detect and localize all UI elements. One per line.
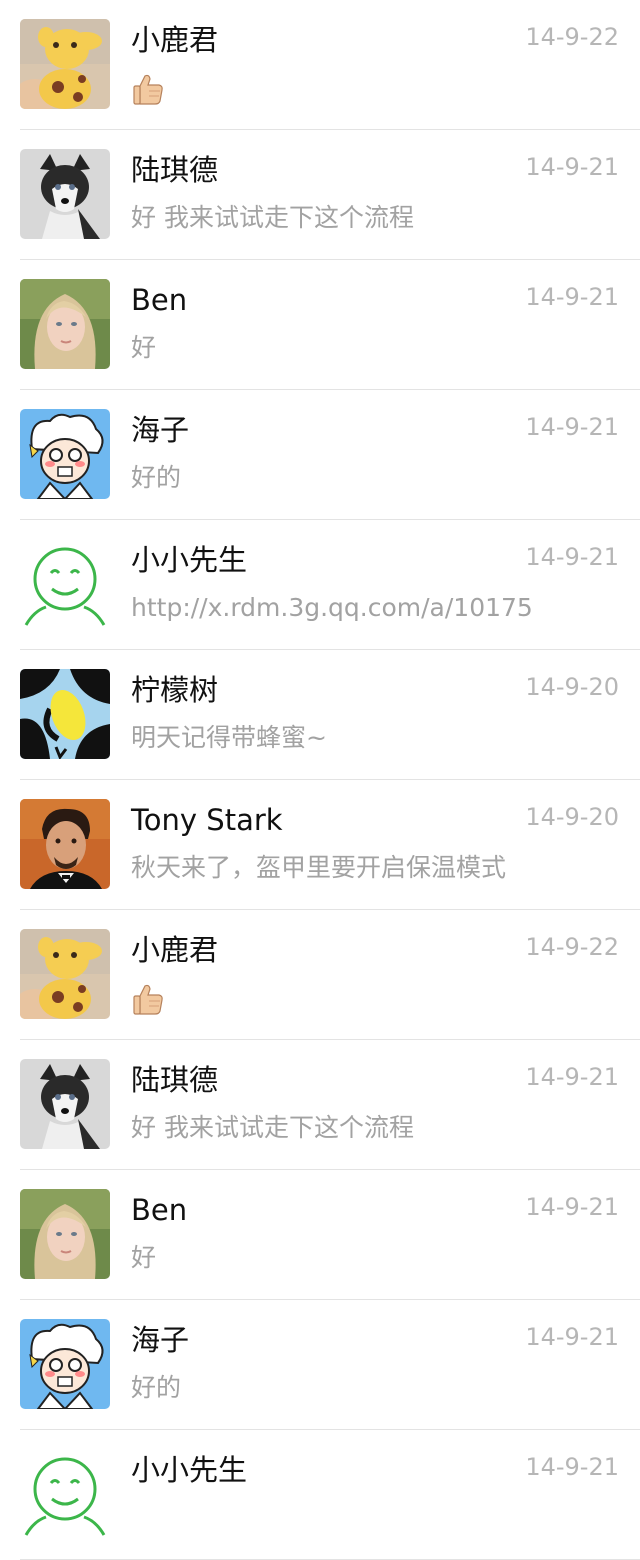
chat-list-item[interactable]: 小小先生 14-9-21 http://x.rdm.3g.qq.com/a/1017… [0,520,640,650]
contact-name: 柠檬树 [131,673,219,707]
message-date: 14-9-21 [525,153,619,181]
blonde-woman-avatar[interactable] [20,279,110,369]
message-preview: 好 我来试试走下这个流程 [131,1113,414,1142]
chat-list-item[interactable]: 柠檬树 14-9-20 明天记得带蜂蜜~ [0,650,640,780]
tony-stark-avatar[interactable] [20,799,110,889]
chat-list-item[interactable]: 海子 14-9-21 好的 [0,1300,640,1430]
message-date: 14-9-22 [525,933,619,961]
contact-name: 海子 [131,1323,190,1357]
chat-list: 小鹿君 14-9-22 陆琪德 14-9-21 好 我来试试走下这个流程 Ben 14-9-… [0,0,640,1560]
contact-name: Tony Stark [131,803,283,837]
contact-name: 海子 [131,413,190,447]
message-date: 14-9-20 [525,673,619,701]
message-preview: 秋天来了，盔甲里要开启保温模式 [131,853,507,882]
chat-list-item[interactable]: 小鹿君 14-9-22 [0,0,640,130]
message-date: 14-9-22 [525,23,619,51]
contact-name: 小鹿君 [131,23,219,57]
giraffe-avatar[interactable] [20,929,110,1019]
contact-name: 小小先生 [131,543,248,577]
chat-list-item[interactable]: Ben 14-9-21 好 [0,1170,640,1300]
chat-list-item[interactable]: 小鹿君 14-9-22 [0,910,640,1040]
contact-name: Ben [131,283,188,317]
message-date: 14-9-21 [525,1453,619,1481]
message-preview: 好 我来试试走下这个流程 [131,203,414,232]
chat-list-item[interactable]: 海子 14-9-21 好的 [0,390,640,520]
message-date: 14-9-20 [525,803,619,831]
chat-list-item[interactable]: 陆琪德 14-9-21 好 我来试试走下这个流程 [0,1040,640,1170]
contact-name: 陆琪德 [131,1063,219,1097]
thumbs-up-icon [131,982,165,1016]
blonde-woman-avatar[interactable] [20,1189,110,1279]
message-preview: 好的 [131,463,182,492]
message-preview: http://x.rdm.3g.qq.com/a/10175 [131,593,533,622]
green-smiley-avatar[interactable] [20,1449,110,1539]
chat-list-item[interactable]: 小小先生 14-9-21 [0,1430,640,1560]
giraffe-avatar[interactable] [20,19,110,109]
lemon-avatar[interactable] [20,669,110,759]
chat-list-item[interactable]: Tony Stark 14-9-20 秋天来了，盔甲里要开启保温模式 [0,780,640,910]
green-smiley-avatar[interactable] [20,539,110,629]
message-date: 14-9-21 [525,283,619,311]
chat-list-item[interactable]: Ben 14-9-21 好 [0,260,640,390]
chat-list-item[interactable]: 陆琪德 14-9-21 好 我来试试走下这个流程 [0,130,640,260]
message-date: 14-9-21 [525,1323,619,1351]
husky-avatar[interactable] [20,1059,110,1149]
cartoon-boy-avatar[interactable] [20,1319,110,1409]
message-date: 14-9-21 [525,413,619,441]
message-date: 14-9-21 [525,1193,619,1221]
message-date: 14-9-21 [525,543,619,571]
message-preview: 好的 [131,1373,182,1402]
message-preview: 好 [131,333,157,362]
message-date: 14-9-21 [525,1063,619,1091]
message-preview: 好 [131,1243,157,1272]
contact-name: 小鹿君 [131,933,219,967]
message-preview: 明天记得带蜂蜜~ [131,723,327,752]
husky-avatar[interactable] [20,149,110,239]
thumbs-up-icon [131,72,165,106]
contact-name: 陆琪德 [131,153,219,187]
contact-name: Ben [131,1193,188,1227]
contact-name: 小小先生 [131,1453,248,1487]
cartoon-boy-avatar[interactable] [20,409,110,499]
